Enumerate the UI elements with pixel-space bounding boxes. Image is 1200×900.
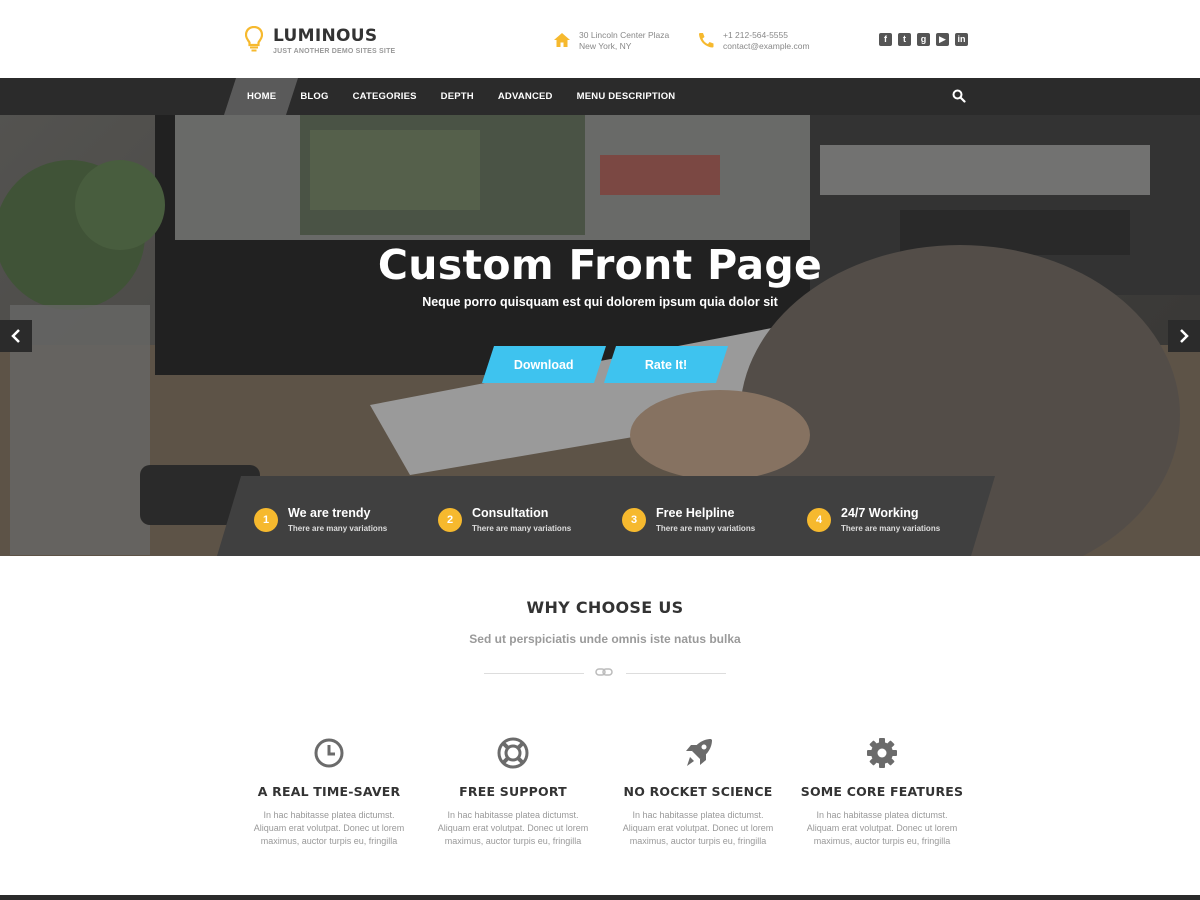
download-button-label: Download bbox=[514, 357, 574, 372]
link-icon bbox=[595, 668, 613, 676]
nav-item-home[interactable]: HOME bbox=[247, 91, 276, 102]
section-subtitle: Sed ut perspiciatis unde omnis iste natu… bbox=[469, 632, 741, 646]
benefit-text: In hac habitasse platea dictumst. Aliqua… bbox=[253, 810, 405, 846]
feature-number-badge: 1 bbox=[254, 508, 278, 532]
home-icon bbox=[554, 33, 570, 47]
site-header: LUMINOUS JUST ANOTHER DEMO SITES SITE 30… bbox=[0, 0, 1200, 78]
next-slide-button[interactable] bbox=[1168, 320, 1200, 352]
phone-icon bbox=[699, 33, 714, 48]
feature-number-badge: 3 bbox=[622, 508, 646, 532]
site-title: LUMINOUS bbox=[273, 26, 378, 46]
lightbulb-icon bbox=[245, 26, 263, 52]
gear-icon bbox=[867, 738, 897, 768]
facebook-icon[interactable]: f bbox=[879, 33, 892, 46]
feature-subtitle: There are many variations bbox=[841, 524, 941, 533]
nav-item-depth[interactable]: DEPTH bbox=[441, 91, 474, 102]
rate-it-button[interactable]: Rate It! bbox=[603, 346, 729, 383]
benefit-text: In hac habitasse platea dictumst. Aliqua… bbox=[622, 810, 774, 846]
benefit-text: In hac habitasse platea dictumst. Aliqua… bbox=[806, 810, 958, 846]
hero-subtitle: Neque porro quisquam est qui dolorem ips… bbox=[422, 295, 778, 309]
feature-item: 1 We are trendy There are many variation… bbox=[254, 506, 387, 533]
benefit-column: NO ROCKET SCIENCE In hac habitasse plate… bbox=[613, 736, 783, 848]
benefit-heading: A REAL TIME-SAVER bbox=[257, 784, 401, 799]
rocket-icon bbox=[686, 739, 712, 766]
address-block: 30 Lincoln Center Plaza New York, NY bbox=[553, 30, 669, 52]
rate-it-button-label: Rate It! bbox=[644, 357, 688, 372]
feature-number-badge: 4 bbox=[807, 508, 831, 532]
social-links: f t g ▶ in bbox=[879, 33, 968, 46]
nav-item-menu-description[interactable]: MENU DESCRIPTION bbox=[577, 91, 676, 102]
divider-line-left bbox=[484, 673, 584, 674]
chevron-left-icon bbox=[11, 329, 20, 343]
footer-strip bbox=[0, 895, 1200, 900]
features-bar: 1 We are trendy There are many variation… bbox=[217, 476, 995, 556]
phone-number[interactable]: +1 212-564-5555 bbox=[723, 30, 810, 41]
feature-title: Free Helpline bbox=[656, 506, 735, 520]
main-nav: HOME BLOG CATEGORIES DEPTH ADVANCED MENU… bbox=[0, 78, 1200, 115]
benefit-column: A REAL TIME-SAVER In hac habitasse plate… bbox=[244, 736, 414, 848]
feature-item: 2 Consultation There are many variations bbox=[438, 506, 571, 533]
feature-title: 24/7 Working bbox=[841, 506, 919, 520]
lifebuoy-icon bbox=[497, 737, 529, 769]
feature-item: 4 24/7 Working There are many variations bbox=[807, 506, 940, 533]
site-tagline: JUST ANOTHER DEMO SITES SITE bbox=[273, 48, 396, 55]
google-plus-icon[interactable]: g bbox=[917, 33, 930, 46]
benefit-column: SOME CORE FEATURES In hac habitasse plat… bbox=[797, 736, 967, 848]
search-icon[interactable] bbox=[952, 89, 966, 103]
benefit-text: In hac habitasse platea dictumst. Aliqua… bbox=[437, 810, 589, 846]
feature-item: 3 Free Helpline There are many variation… bbox=[622, 506, 755, 533]
linkedin-icon[interactable]: in bbox=[955, 33, 968, 46]
hero-title: Custom Front Page bbox=[377, 241, 823, 289]
address-line-1: 30 Lincoln Center Plaza bbox=[579, 30, 670, 40]
nav-item-advanced[interactable]: ADVANCED bbox=[498, 91, 553, 102]
feature-subtitle: There are many variations bbox=[472, 524, 572, 533]
benefit-heading: NO ROCKET SCIENCE bbox=[623, 784, 773, 799]
benefit-column: FREE SUPPORT In hac habitasse platea dic… bbox=[428, 736, 598, 848]
benefit-heading: SOME CORE FEATURES bbox=[800, 784, 964, 799]
feature-number-badge: 2 bbox=[438, 508, 462, 532]
prev-slide-button[interactable] bbox=[0, 320, 32, 352]
twitter-icon[interactable]: t bbox=[898, 33, 911, 46]
feature-title: Consultation bbox=[472, 506, 549, 520]
clock-icon bbox=[314, 738, 344, 768]
email-address[interactable]: contact@example.com bbox=[723, 41, 810, 52]
divider-line-right bbox=[626, 673, 726, 674]
site-logo[interactable]: LUMINOUS JUST ANOTHER DEMO SITES SITE bbox=[245, 26, 395, 55]
section-title: WHY CHOOSE US bbox=[526, 598, 684, 617]
phone-block: +1 212-564-5555 contact@example.com bbox=[697, 30, 810, 52]
download-button[interactable]: Download bbox=[481, 346, 607, 383]
feature-subtitle: There are many variations bbox=[656, 524, 756, 533]
hero-slider: Custom Front Page Neque porro quisquam e… bbox=[0, 115, 1200, 556]
address-line-2: New York, NY bbox=[579, 41, 632, 51]
benefit-heading: FREE SUPPORT bbox=[459, 784, 567, 799]
chevron-right-icon bbox=[1180, 329, 1189, 343]
youtube-icon[interactable]: ▶ bbox=[936, 33, 949, 46]
feature-title: We are trendy bbox=[288, 506, 371, 520]
feature-subtitle: There are many variations bbox=[288, 524, 388, 533]
nav-item-categories[interactable]: CATEGORIES bbox=[353, 91, 417, 102]
nav-item-blog[interactable]: BLOG bbox=[300, 91, 328, 102]
